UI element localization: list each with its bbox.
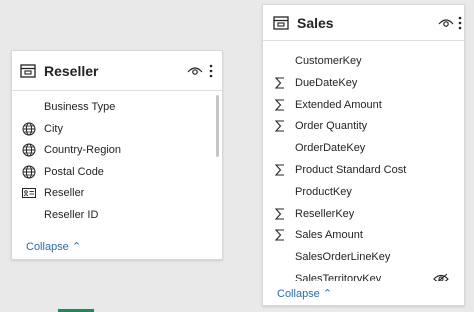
header-divider [12, 90, 222, 91]
sales-field-list: CustomerKey DueDateKey Extended Amount Orde… [273, 49, 461, 281]
field-reseller-id[interactable]: Reseller ID [22, 207, 212, 225]
sigma-icon [273, 207, 287, 221]
field-label: OrderDateKey [295, 142, 366, 155]
field-label: SalesTerritoryKey [295, 273, 382, 281]
reseller-table-card[interactable]: Reseller Business Type City Country-Region… [11, 50, 223, 260]
eye-icon[interactable] [187, 65, 203, 77]
field-extended-amount[interactable]: Extended Amount [273, 97, 461, 115]
sigma-icon [273, 163, 287, 177]
field-label: City [44, 122, 63, 135]
field-label: Sales Amount [295, 229, 363, 242]
field-duedatekey[interactable]: DueDateKey [273, 75, 461, 93]
field-customerkey[interactable]: CustomerKey [273, 53, 461, 71]
field-salesterritorykey[interactable]: SalesTerritoryKey [273, 271, 461, 281]
field-label: ProductKey [295, 185, 352, 198]
globe-icon [22, 143, 36, 157]
sigma-icon [273, 119, 287, 133]
sales-card-header[interactable]: Sales [263, 5, 464, 41]
globe-icon [22, 165, 36, 179]
field-label: Reseller [44, 187, 85, 199]
field-label: Product Standard Cost [295, 164, 407, 176]
reseller-scrollbar[interactable] [216, 95, 219, 157]
reseller-card-header[interactable]: Reseller [12, 51, 222, 91]
table-icon [273, 16, 289, 30]
field-label: DueDateKey [295, 76, 358, 89]
sales-table-card[interactable]: Sales CustomerKey DueDateKey Extended Amou… [262, 4, 465, 306]
eye-icon[interactable] [438, 17, 454, 29]
sales-collapse-button[interactable]: Collapse ⌃ [277, 287, 332, 300]
sales-table-title: Sales [297, 15, 334, 31]
field-label: Postal Code [44, 165, 104, 178]
eye-hidden-icon[interactable] [433, 273, 449, 281]
field-label: Country-Region [44, 144, 122, 156]
sigma-icon [273, 98, 287, 112]
reseller-field-list: Business Type City Country-Region Postal Co… [22, 95, 212, 233]
field-business-type[interactable]: Business Type [22, 99, 212, 117]
field-sales-amount[interactable]: Sales Amount [273, 227, 461, 245]
field-productkey[interactable]: ProductKey [273, 184, 461, 202]
globe-icon [22, 122, 36, 136]
field-city[interactable]: City [22, 121, 212, 139]
reseller-table-title: Reseller [44, 63, 99, 79]
chevron-up-icon: ⌃ [71, 241, 82, 253]
field-label: SalesOrderLineKey [295, 251, 391, 264]
field-postal-code[interactable]: Postal Code [22, 164, 212, 182]
collapse-label: Collapse [26, 241, 69, 253]
more-options-icon[interactable] [209, 64, 213, 78]
field-reseller[interactable]: Reseller [22, 185, 212, 203]
field-resellerkey[interactable]: ResellerKey [273, 206, 461, 224]
field-label: Business Type [44, 101, 116, 113]
field-country-region[interactable]: Country-Region [22, 142, 212, 160]
table-icon [20, 64, 36, 78]
collapse-label: Collapse [277, 288, 320, 300]
field-label: Order Quantity [295, 120, 368, 133]
chevron-up-icon: ⌃ [322, 288, 333, 300]
reseller-collapse-button[interactable]: Collapse ⌃ [26, 240, 81, 253]
header-divider [263, 40, 464, 41]
field-salesorderlinekey[interactable]: SalesOrderLineKey [273, 249, 461, 267]
sigma-icon [273, 228, 287, 242]
more-options-icon[interactable] [458, 16, 462, 30]
field-product-standard-cost[interactable]: Product Standard Cost [273, 162, 461, 180]
id-card-icon [22, 186, 36, 200]
field-label: ResellerKey [295, 207, 355, 220]
sigma-icon [273, 76, 287, 90]
field-orderdatekey[interactable]: OrderDateKey [273, 140, 461, 158]
field-label: Reseller ID [44, 208, 99, 221]
field-label: Extended Amount [295, 98, 382, 111]
field-order-quantity[interactable]: Order Quantity [273, 118, 461, 136]
field-label: CustomerKey [295, 55, 362, 67]
